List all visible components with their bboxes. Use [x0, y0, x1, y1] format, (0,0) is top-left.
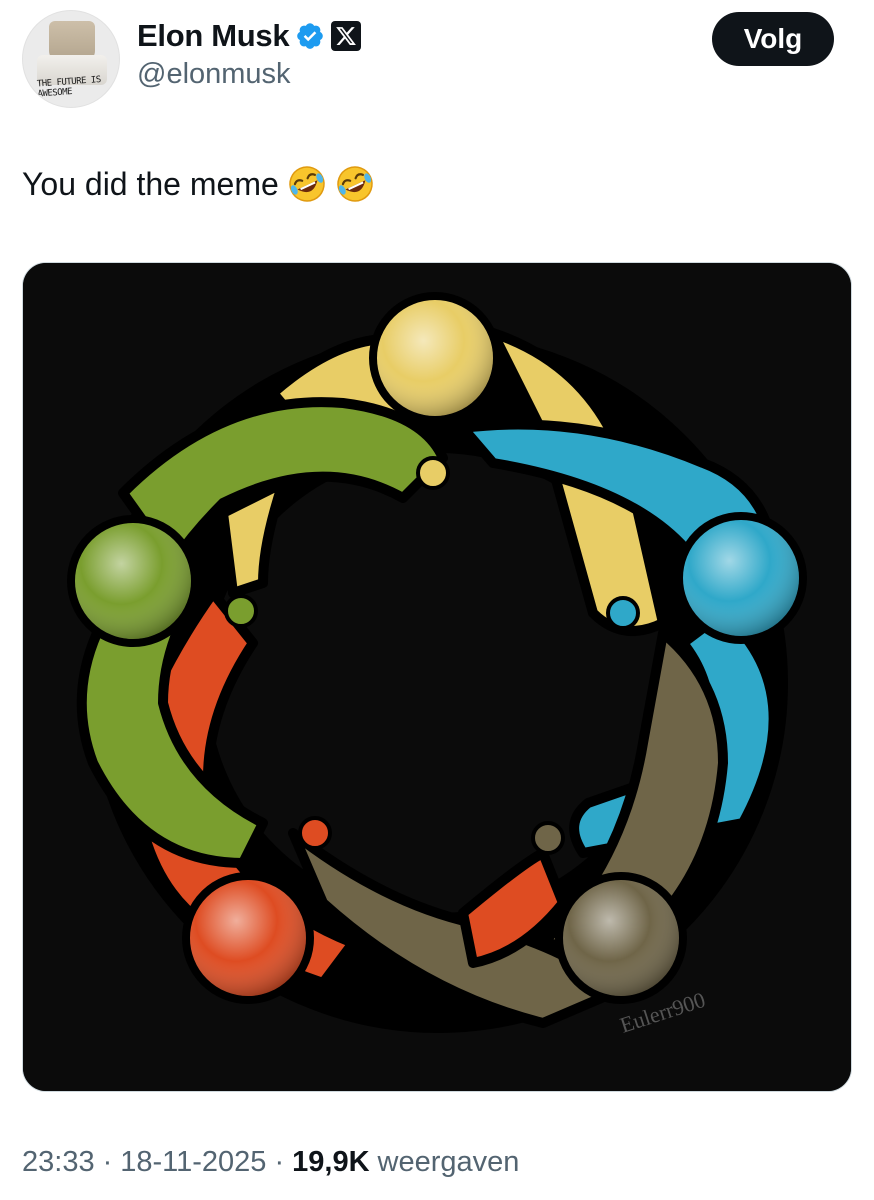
meta-separator: ·	[102, 1146, 113, 1178]
green-ball	[224, 594, 258, 628]
x-affiliate-badge[interactable]	[331, 21, 362, 51]
yellow-ball	[416, 456, 450, 490]
tweet-time[interactable]: 23:33	[22, 1146, 95, 1179]
views-count: 19,9K	[292, 1146, 370, 1178]
avatar[interactable]: THE FUTURE IS AWESOME	[22, 10, 120, 108]
meta-separator: ·	[274, 1146, 285, 1178]
views-label: weergaven	[377, 1146, 520, 1178]
orange-ball	[298, 816, 332, 850]
brown-ball	[531, 821, 565, 855]
x-logo-icon	[336, 27, 357, 45]
tweet-media-image[interactable]: Eulerr900	[22, 262, 852, 1092]
rolling-laughing-emoji-icon	[289, 166, 325, 202]
follow-button[interactable]: Volg	[712, 12, 834, 66]
author-display-name[interactable]: Elon Musk	[137, 18, 290, 54]
blue-ball	[606, 596, 640, 630]
verified-badge-icon[interactable]	[295, 21, 325, 51]
tweet-text: You did the meme	[22, 164, 375, 204]
circle-of-figures-artwork: Eulerr900	[23, 263, 851, 1091]
rolling-laughing-emoji-icon	[337, 166, 373, 202]
tweet-header: THE FUTURE IS AWESOME Elon Musk @elonmus…	[0, 0, 874, 130]
tweet-date[interactable]: 18-11-2025	[120, 1146, 266, 1179]
author-handle[interactable]: @elonmusk	[137, 58, 291, 91]
tweet-meta: 23:33 · 18-11-2025 · 19,9K weergaven	[22, 1146, 519, 1179]
author-name-row: Elon Musk	[137, 16, 362, 56]
tweet-text-content: You did the meme	[22, 165, 279, 202]
